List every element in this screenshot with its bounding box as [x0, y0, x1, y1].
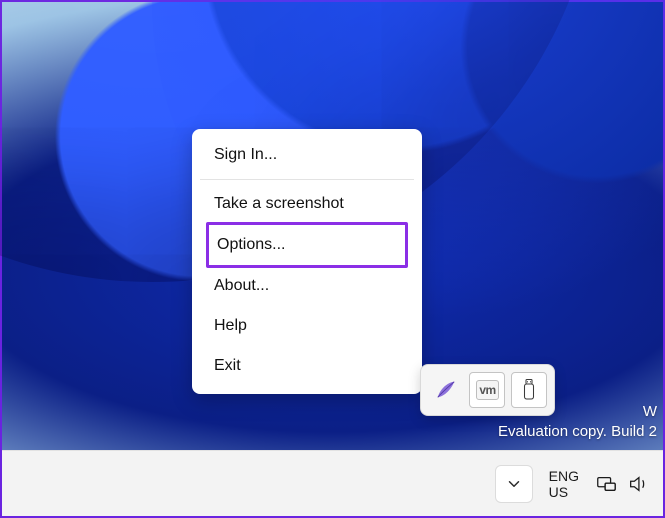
menu-separator	[200, 179, 414, 180]
tray-app-context-menu: Sign In... Take a screenshot Options... …	[192, 129, 422, 394]
language-line2: US	[549, 484, 568, 500]
language-indicator[interactable]: ENG US	[539, 460, 589, 508]
menu-sign-in[interactable]: Sign In...	[192, 135, 422, 175]
menu-help[interactable]: Help	[192, 306, 422, 346]
taskbar: ENG US	[2, 450, 663, 516]
vm-badge: vm	[476, 380, 498, 400]
tray-overflow-button[interactable]	[495, 465, 533, 503]
usb-device-icon[interactable]	[511, 372, 547, 408]
chevron-down-icon	[505, 475, 523, 493]
language-line1: ENG	[549, 468, 579, 484]
desktop-region: Sign In... Take a screenshot Options... …	[0, 0, 665, 518]
menu-options[interactable]: Options...	[209, 225, 405, 265]
menu-about[interactable]: About...	[192, 266, 422, 306]
taskbar-tray: ENG US	[495, 460, 655, 508]
tray-overflow-popup: vm	[420, 364, 555, 416]
system-tray-icons[interactable]	[589, 460, 655, 508]
network-icon	[595, 473, 617, 495]
menu-exit[interactable]: Exit	[192, 346, 422, 386]
vmware-tools-icon[interactable]: vm	[469, 372, 505, 408]
menu-take-screenshot[interactable]: Take a screenshot	[192, 184, 422, 224]
app-feather-icon[interactable]	[428, 372, 464, 408]
annotation-highlight: Options...	[206, 222, 408, 268]
volume-icon	[627, 473, 649, 495]
